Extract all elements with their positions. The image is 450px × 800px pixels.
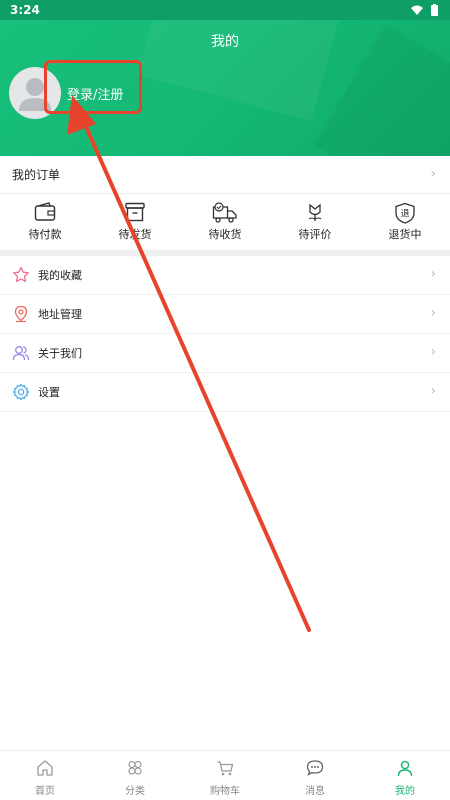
menu-item-label: 设置	[38, 386, 60, 399]
category-icon	[128, 760, 142, 775]
menu-item-label: 我的收藏	[38, 269, 82, 282]
order-pending-receipt[interactable]: 待收货	[180, 194, 270, 250]
order-item-label: 待付款	[28, 228, 62, 241]
order-pending-review[interactable]: 待评价	[270, 194, 360, 250]
truck-icon	[212, 202, 237, 223]
chevron-right-icon: ›	[430, 166, 436, 182]
flower-icon	[308, 203, 322, 221]
status-time: 3:24	[10, 3, 40, 17]
menu-item-about[interactable]: 关于我们 ›	[0, 334, 450, 373]
box-icon	[125, 202, 145, 222]
tab-label: 首页	[35, 786, 55, 797]
order-status-bar: 待付款 待发货 待收货 待评价 退 退货中	[0, 194, 450, 250]
wallet-icon	[34, 202, 56, 221]
tab-label: 我的	[395, 786, 415, 797]
order-item-label: 待收货	[208, 228, 242, 241]
tab-category[interactable]: 分类	[90, 751, 180, 800]
svg-text:退: 退	[400, 209, 409, 220]
users-icon	[12, 346, 30, 361]
order-item-label: 退货中	[388, 228, 422, 241]
status-bar: 3:24	[0, 0, 450, 20]
order-pending-shipment[interactable]: 待发货	[90, 194, 180, 250]
home-icon	[37, 760, 53, 776]
profile-header: 我的 登录/注册	[0, 20, 450, 156]
message-icon	[306, 760, 324, 776]
menu-item-label: 关于我们	[38, 347, 82, 360]
chevron-right-icon: ›	[430, 344, 436, 360]
menu-item-address[interactable]: 地址管理 ›	[0, 295, 450, 334]
tab-cart[interactable]: 购物车	[180, 751, 270, 800]
my-orders-label: 我的订单	[12, 168, 61, 182]
tab-home[interactable]: 首页	[0, 751, 90, 800]
tab-label: 消息	[305, 786, 325, 797]
tab-messages[interactable]: 消息	[270, 751, 360, 800]
person-icon	[397, 760, 413, 777]
tab-profile[interactable]: 我的	[360, 751, 450, 800]
menu-item-favorites[interactable]: 我的收藏 ›	[0, 256, 450, 295]
order-item-label: 待发货	[118, 228, 152, 241]
order-returning[interactable]: 退 退货中	[360, 194, 450, 250]
return-shield-icon: 退	[395, 202, 415, 224]
gear-icon	[12, 383, 30, 401]
chevron-right-icon: ›	[430, 383, 436, 399]
menu-item-label: 地址管理	[38, 308, 82, 321]
page-title: 我的	[211, 34, 239, 50]
location-icon	[14, 305, 28, 323]
menu-item-settings[interactable]: 设置 ›	[0, 373, 450, 412]
tab-label: 购物车	[210, 786, 240, 797]
cart-icon	[217, 761, 234, 776]
chevron-right-icon: ›	[430, 266, 436, 282]
star-icon	[13, 266, 29, 283]
chevron-right-icon: ›	[430, 305, 436, 321]
order-item-label: 待评价	[298, 228, 332, 241]
battery-icon	[431, 4, 438, 16]
wifi-icon	[411, 5, 423, 15]
annotation-highlight-box	[44, 60, 142, 114]
tab-label: 分类	[125, 786, 145, 797]
settings-menu: 我的收藏 › 地址管理 › 关于我们 › 设置 ›	[0, 256, 450, 412]
bottom-tab-bar: 首页 分类 购物车 消息 我的	[0, 750, 450, 800]
my-orders-row[interactable]: 我的订单 ›	[0, 156, 450, 194]
order-pending-payment[interactable]: 待付款	[0, 194, 90, 250]
